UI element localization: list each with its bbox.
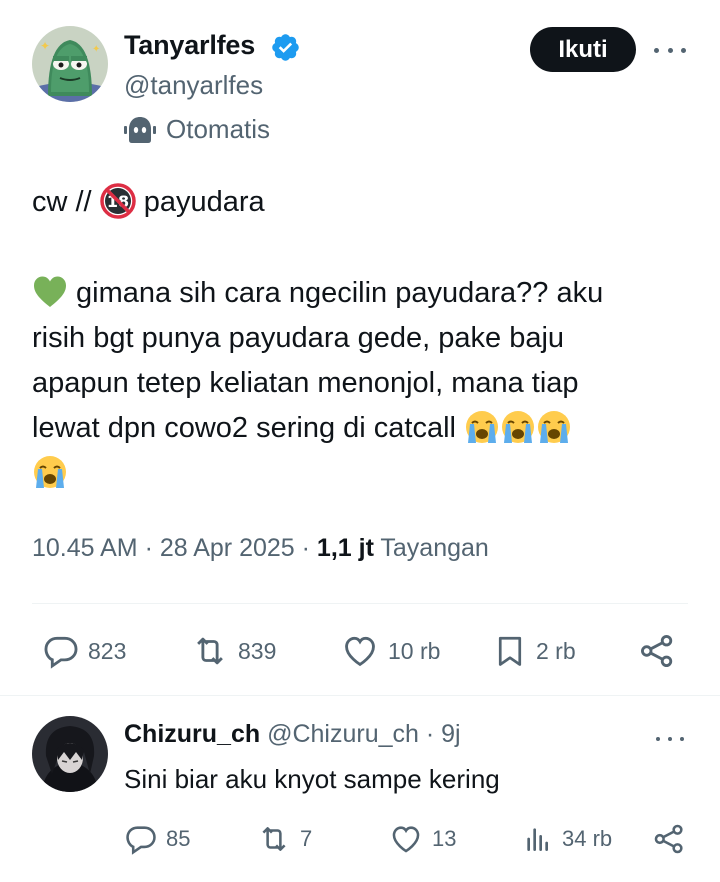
tweet-line-5: lewat dpn cowo2 sering di catcall [32, 406, 682, 451]
reply-text: Sini biar aku knyot sampe kering [124, 764, 500, 794]
verified-badge-icon [272, 34, 299, 61]
main-tweet: ✦ ✦ Tanyarlfes @tanyarlfes Otomatis Ikut… [0, 0, 720, 696]
analytics-bar-icon [527, 828, 548, 851]
reply-retweet-button[interactable]: 7 [256, 822, 312, 856]
view-count: 1,1 jt [316, 534, 374, 562]
loudly-crying-face-emoji-icon [538, 411, 571, 443]
like-button[interactable]: 10 rb [340, 632, 440, 670]
heart-icon [345, 636, 375, 667]
retweet-icon [262, 827, 286, 851]
reply-icon [44, 636, 78, 669]
like-count: 10 rb [388, 637, 441, 664]
reply-author-avatar[interactable] [32, 716, 108, 792]
green-heart-emoji-icon [34, 276, 66, 307]
author-name[interactable]: Tanyarlfes [124, 30, 255, 61]
tweet-text: cw // 18 payudara gimana sih cara ngecil… [32, 180, 682, 496]
reply-like-count: 13 [432, 826, 457, 851]
reply-like-button[interactable]: 13 [388, 822, 456, 856]
bookmark-icon [498, 636, 522, 666]
tweet-actions: 823 839 10 rb 2 rb [0, 630, 720, 674]
views-label: Tayangan [373, 534, 489, 562]
reply-header: Chizuru_ch @Chizuru_ch · 9j [124, 720, 461, 748]
tweet-line-2: gimana sih cara ngecilin payudara?? aku [32, 271, 682, 316]
more-options-icon[interactable] [654, 40, 686, 60]
reply-tweet[interactable]: Chizuru_ch @Chizuru_ch · 9j Sini biar ak… [0, 696, 720, 882]
reply-reply-count: 85 [166, 826, 191, 851]
automated-account-label[interactable]: Otomatis [124, 114, 270, 145]
heart-icon [392, 826, 420, 853]
reply-view-count: 34 rb [562, 826, 613, 851]
loudly-crying-face-emoji-icon [502, 411, 535, 443]
reply-author-handle[interactable]: @Chizuru_ch [267, 720, 419, 748]
share-button[interactable] [638, 632, 676, 670]
tweet-line-4: apapun tetep keliatan menonjol, mana tia… [32, 367, 579, 399]
tweet-line-1: cw // 18 payudara [32, 180, 682, 225]
tweet-date[interactable]: 28 Apr 2025 [160, 534, 295, 562]
bookmark-count: 2 rb [536, 637, 576, 664]
loudly-crying-face-emoji-icon [466, 411, 499, 443]
reply-button[interactable]: 823 [42, 632, 126, 670]
retweet-icon [197, 637, 223, 665]
tweet-line-6 [32, 451, 682, 496]
share-icon [641, 635, 673, 667]
tweet-time[interactable]: 10.45 AM [32, 534, 138, 562]
no-one-under-18-emoji-icon: 18 [99, 183, 136, 219]
reply-time[interactable]: 9j [441, 720, 460, 748]
author-avatar[interactable]: ✦ ✦ [32, 26, 108, 102]
automated-label-text: Otomatis [166, 114, 271, 144]
divider [32, 603, 688, 604]
retweet-button[interactable]: 839 [190, 632, 276, 670]
reply-count: 823 [88, 637, 127, 664]
reply-icon [126, 826, 156, 855]
svg-text:✦: ✦ [92, 44, 100, 55]
tweet-meta: 10.45 AM · 28 Apr 2025 · 1,1 jt Tayangan [32, 534, 489, 562]
reply-share-button[interactable] [652, 822, 686, 856]
tweet-line-3: risih bgt punya payudara gede, pake baju [32, 322, 565, 354]
reply-reply-button[interactable]: 85 [124, 822, 190, 856]
reply-author-name[interactable]: Chizuru_ch [124, 720, 260, 748]
follow-button[interactable]: Ikuti [530, 27, 636, 72]
share-icon [654, 824, 683, 854]
loudly-crying-face-emoji-icon [34, 456, 66, 488]
reply-more-options-icon[interactable] [656, 734, 684, 744]
reply-retweet-count: 7 [300, 826, 313, 851]
reply-actions: 85 7 13 34 rb [0, 822, 720, 862]
author-handle[interactable]: @tanyarlfes [124, 70, 263, 101]
svg-text:✦: ✦ [40, 39, 50, 53]
bot-icon [124, 116, 156, 143]
reply-views-button[interactable]: 34 rb [522, 822, 612, 856]
retweet-count: 839 [238, 637, 277, 664]
bookmark-button[interactable]: 2 rb [492, 632, 576, 670]
